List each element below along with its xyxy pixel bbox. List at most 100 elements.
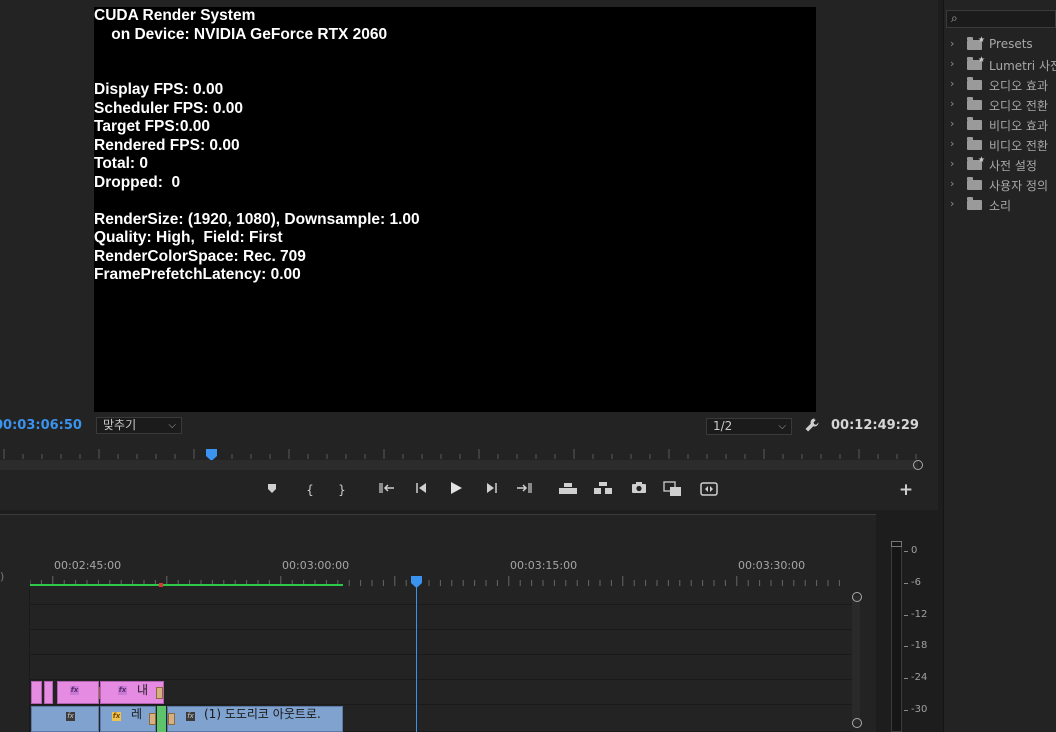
track-row <box>30 630 852 655</box>
video-frame[interactable]: CUDA Render System on Device: NVIDIA GeF… <box>94 7 816 412</box>
scroll-top-handle[interactable] <box>852 592 862 602</box>
db-tick <box>904 582 908 584</box>
duration-timecode: 00:12:49:29 <box>831 418 919 433</box>
timeline-playhead-line[interactable] <box>416 582 417 732</box>
db-scale-label: -24 <box>911 672 928 684</box>
preset-folder-icon: ★ <box>967 155 985 170</box>
folder-icon <box>967 197 982 210</box>
effects-item[interactable]: › ★ Presets <box>948 35 1056 55</box>
track-row <box>30 588 852 605</box>
resolution-dropdown[interactable]: 1/2 ⌵ <box>706 418 792 435</box>
marker-icon[interactable] <box>263 481 281 499</box>
mark-out-button[interactable]: } <box>333 481 351 499</box>
overlay-line: Rendered FPS: 0.00 <box>94 136 240 154</box>
effects-item[interactable]: › 소리 <box>948 195 1056 215</box>
monitor-time-ruler[interactable] <box>0 446 930 460</box>
render-bar-marker <box>159 583 163 587</box>
db-tick <box>904 646 908 648</box>
video-clip[interactable]: fx <box>57 681 106 704</box>
timeline-divider <box>0 514 876 515</box>
effects-item[interactable]: › ★ Lumetri 사전 설정 <box>948 55 1056 75</box>
video-clip[interactable] <box>31 681 42 704</box>
zoom-dropdown[interactable]: 맞추기 ⌵ <box>96 417 182 434</box>
clip-marker <box>149 713 156 725</box>
scrub-end-handle[interactable] <box>913 460 923 470</box>
folder-icon <box>967 97 982 110</box>
effects-item[interactable]: › 사용자 정의 <box>948 175 1056 195</box>
effects-item-label: 오디오 전환 <box>989 99 1049 113</box>
audio-clip[interactable]: fx <box>31 706 99 732</box>
timeline-time-label: 00:03:15:00 <box>510 559 578 572</box>
clip-label: 내 <box>137 683 149 697</box>
effects-item-label: 사전 설정 <box>989 159 1037 173</box>
scroll-bottom-handle[interactable] <box>852 718 862 728</box>
go-to-out-icon[interactable] <box>514 481 534 499</box>
chevron-right-icon[interactable]: › <box>950 77 954 90</box>
overlay-line: Target FPS:0.00 <box>94 118 211 135</box>
timeline-playhead[interactable] <box>411 573 422 588</box>
preset-folder-icon: ★ <box>967 55 985 70</box>
folder-icon <box>967 137 982 150</box>
db-tick <box>904 614 908 616</box>
lift-icon[interactable] <box>558 481 578 499</box>
chevron-right-icon[interactable]: › <box>950 177 954 190</box>
audio-meter-panel <box>878 514 938 732</box>
db-tick <box>904 551 908 552</box>
step-back-icon[interactable] <box>412 481 430 499</box>
overlay-line: Dropped: 0 <box>94 173 181 191</box>
audio-clip[interactable]: fx 레 <box>100 706 156 732</box>
chevron-right-icon[interactable]: › <box>950 157 954 170</box>
wrench-icon[interactable] <box>804 417 820 433</box>
db-scale-label: -12 <box>911 608 928 620</box>
comparison-icon[interactable] <box>663 481 683 499</box>
chevron-right-icon[interactable]: › <box>950 37 954 50</box>
effects-search-input[interactable]: ⌕ <box>946 10 1056 28</box>
timeline-ruler-edge: ) <box>0 570 5 583</box>
timeline-time-label: 00:02:45:00 <box>54 559 122 572</box>
monitor-scrub-bar[interactable] <box>0 460 918 470</box>
chevron-down-icon: ⌵ <box>168 420 176 431</box>
chevron-right-icon[interactable]: › <box>950 137 954 150</box>
extract-icon[interactable] <box>593 481 613 499</box>
effects-item[interactable]: › 오디오 전환 <box>948 95 1056 115</box>
camera-icon[interactable] <box>630 481 648 499</box>
effects-item-label: Lumetri 사전 설정 <box>989 59 1056 73</box>
clip-marker <box>168 713 175 725</box>
chevron-right-icon[interactable]: › <box>950 197 954 210</box>
play-icon[interactable] <box>447 481 465 499</box>
monitor-playhead[interactable] <box>205 446 217 461</box>
folder-icon <box>967 77 982 90</box>
timeline-time-ruler[interactable] <box>30 576 846 588</box>
go-to-in-icon[interactable] <box>377 481 397 499</box>
overlay-line: CUDA Render System <box>94 7 256 24</box>
track-headers <box>0 588 30 732</box>
step-forward-icon[interactable] <box>483 481 501 499</box>
transition-clip[interactable] <box>157 706 166 732</box>
chevron-right-icon[interactable]: › <box>950 57 954 70</box>
effects-item[interactable]: › ★ 사전 설정 <box>948 155 1056 175</box>
audio-clip[interactable]: fx (1) 도도리코 아웃트로. <box>167 706 343 732</box>
current-timecode[interactable]: 00:03:06:50 <box>0 418 82 433</box>
chevron-right-icon[interactable]: › <box>950 117 954 130</box>
mark-out-label: } <box>338 483 346 497</box>
chevron-right-icon[interactable]: › <box>950 97 954 110</box>
fx-badge-icon: fx <box>118 686 127 695</box>
effects-item[interactable]: › 비디오 전환 <box>948 135 1056 155</box>
render-bar <box>30 584 343 586</box>
effects-item[interactable]: › 비디오 효과 <box>948 115 1056 135</box>
effects-item-label: 오디오 효과 <box>989 79 1049 93</box>
button-editor-button[interactable]: + <box>897 481 915 499</box>
overlay-line: Total: 0 <box>94 155 148 172</box>
effects-item-label: 비디오 효과 <box>989 119 1049 133</box>
timeline-vertical-scrollbar[interactable] <box>852 596 860 724</box>
db-scale-label: -18 <box>911 640 928 652</box>
button-editor-label: + <box>898 480 914 500</box>
effects-item[interactable]: › 오디오 효과 <box>948 75 1056 95</box>
mark-in-button[interactable]: { <box>301 481 319 499</box>
video-clip[interactable]: fx 내 <box>100 681 164 704</box>
chevron-down-icon: ⌵ <box>778 421 786 432</box>
search-icon: ⌕ <box>951 11 958 25</box>
video-clip[interactable] <box>44 681 53 704</box>
clip-label: 레 <box>131 707 143 721</box>
safe-margins-icon[interactable] <box>699 481 719 499</box>
